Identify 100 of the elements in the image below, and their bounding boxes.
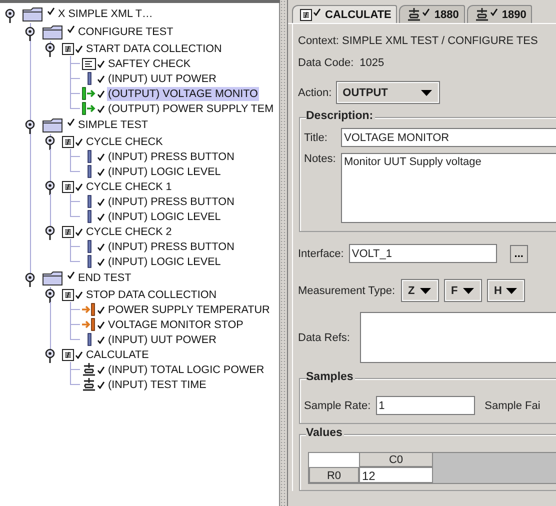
tree-item[interactable]: CYCLE CHECK: [85, 134, 164, 148]
expand-handle[interactable]: [4, 8, 16, 22]
equals-box-icon: [300, 8, 312, 20]
tree-item[interactable]: POWER SUPPLY TEMPERATUR: [107, 302, 271, 316]
bar-arrow-icon: [82, 87, 96, 100]
expand-handle[interactable]: [44, 180, 56, 195]
expand-handle[interactable]: [44, 348, 56, 363]
tree-item[interactable]: CALCULATE: [85, 348, 150, 362]
expand-handle[interactable]: [44, 288, 56, 303]
tree-item[interactable]: CYCLE CHECK 1: [85, 180, 173, 194]
tree-item[interactable]: CONFIGURE TEST: [77, 25, 174, 39]
tree-item[interactable]: START DATA COLLECTION: [85, 42, 223, 56]
equals-box-icon: [62, 180, 74, 192]
expand-handle[interactable]: [24, 272, 36, 286]
tree-item[interactable]: (INPUT) LOGIC LEVEL: [107, 254, 222, 268]
group-title: Values: [306, 427, 344, 439]
splitter-handle[interactable]: [280, 0, 288, 506]
field-label: Measurement Type:: [298, 284, 396, 296]
field-label: Sample Rate:: [304, 400, 371, 412]
tree-item[interactable]: (OUTPUT) POWER SUPPLY TEM: [107, 102, 275, 116]
check-icon: [75, 290, 83, 298]
tree-item[interactable]: X SIMPLE XML T…: [57, 7, 154, 21]
check-icon: [67, 25, 75, 33]
caret-icon: [420, 288, 432, 294]
check-icon: [75, 182, 83, 190]
check-icon: [313, 8, 321, 16]
tree-item[interactable]: VOLTAGE MONITOR STOP: [107, 318, 244, 332]
measurement-dropdown[interactable]: F: [445, 280, 482, 301]
data-refs-field[interactable]: [360, 312, 556, 363]
check-icon: [490, 8, 498, 16]
tree-item[interactable]: (OUTPUT) VOLTAGE MONITO: [107, 86, 259, 100]
expand-handle[interactable]: [44, 42, 56, 57]
equals-box-icon: [62, 42, 74, 54]
row-header[interactable]: R0: [309, 467, 359, 483]
tree-item[interactable]: (INPUT) PRESS BUTTON: [107, 150, 236, 164]
bar-arrow-icon: [82, 102, 96, 115]
tree-item[interactable]: CYCLE CHECK 2: [85, 224, 173, 238]
caret-icon: [463, 288, 474, 294]
check-icon: [75, 350, 83, 358]
tree-item[interactable]: SAFTEY CHECK: [107, 56, 192, 70]
expand-handle[interactable]: [44, 225, 56, 240]
tree-item[interactable]: SIMPLE TEST: [77, 118, 150, 132]
browse-button[interactable]: ...: [510, 244, 528, 262]
table-corner: [309, 453, 359, 467]
expand-handle[interactable]: [24, 26, 36, 40]
check-icon: [422, 8, 430, 16]
tree-item[interactable]: END TEST: [77, 271, 132, 285]
stack-icon: [474, 8, 489, 21]
stack-icon: [82, 378, 96, 391]
check-icon: [67, 271, 75, 279]
table-cell[interactable]: 12: [359, 467, 433, 483]
tree-item[interactable]: (INPUT) UUT POWER: [107, 72, 218, 86]
field-label: Sample Fai: [484, 400, 540, 412]
data-code-value: 1025: [360, 57, 384, 69]
caret-icon: [420, 90, 432, 96]
field-label: Data Refs:: [298, 332, 350, 344]
measurement-dropdown[interactable]: H: [488, 280, 524, 301]
check-icon: [75, 44, 83, 52]
tree-item[interactable]: (INPUT) PRESS BUTTON: [107, 194, 236, 208]
action-dropdown[interactable]: OUTPUT: [336, 82, 439, 103]
equals-box-icon: [62, 288, 74, 300]
field-label: Interface:: [298, 248, 344, 260]
field-label: Notes:: [304, 153, 337, 165]
check-icon: [75, 138, 83, 146]
field-label: Data Code:: [298, 57, 354, 69]
context-text: Context: SIMPLE XML TEST / CONFIGURE TES: [298, 34, 539, 49]
arrow-bar-icon: [82, 303, 96, 316]
tree-item[interactable]: (INPUT) TEST TIME: [107, 378, 208, 392]
tree-item[interactable]: (INPUT) PRESS BUTTON: [107, 240, 236, 254]
check-icon: [47, 7, 55, 15]
tree-item[interactable]: (INPUT) LOGIC LEVEL: [107, 164, 222, 178]
tab[interactable]: 1890: [466, 5, 532, 23]
caret-icon: [506, 288, 518, 294]
stack-icon: [407, 8, 422, 21]
field-label: Title:: [304, 132, 328, 144]
tree-item[interactable]: (INPUT) UUT POWER: [107, 332, 218, 346]
equals-box-icon: [62, 348, 74, 360]
column-header[interactable]: C0: [359, 453, 433, 467]
document-icon: [82, 58, 96, 70]
group-title: Samples: [306, 371, 356, 383]
group-title: Description:: [306, 110, 376, 122]
tree-item[interactable]: (INPUT) TOTAL LOGIC POWER: [107, 362, 266, 376]
tab[interactable]: CALCULATE: [292, 5, 398, 23]
tree-item[interactable]: STOP DATA COLLECTION: [85, 288, 218, 302]
sample-rate-field[interactable]: 1: [376, 396, 475, 415]
equals-box-icon: [62, 226, 74, 238]
field-label: Action:: [298, 86, 332, 98]
title-field[interactable]: VOLTAGE MONITOR: [341, 128, 556, 147]
check-icon: [75, 228, 83, 236]
arrow-bar-icon: [82, 318, 96, 331]
equals-box-icon: [62, 136, 74, 148]
stack-icon: [82, 363, 96, 376]
notes-field[interactable]: Monitor UUT Supply voltage: [341, 153, 556, 223]
expand-handle[interactable]: [44, 135, 56, 150]
check-icon: [67, 118, 75, 126]
measurement-dropdown[interactable]: Z: [402, 280, 438, 301]
expand-handle[interactable]: [24, 118, 36, 134]
tree-item[interactable]: (INPUT) LOGIC LEVEL: [107, 210, 222, 224]
interface-field[interactable]: VOLT_1: [348, 244, 497, 263]
tab[interactable]: 1880: [399, 5, 465, 23]
